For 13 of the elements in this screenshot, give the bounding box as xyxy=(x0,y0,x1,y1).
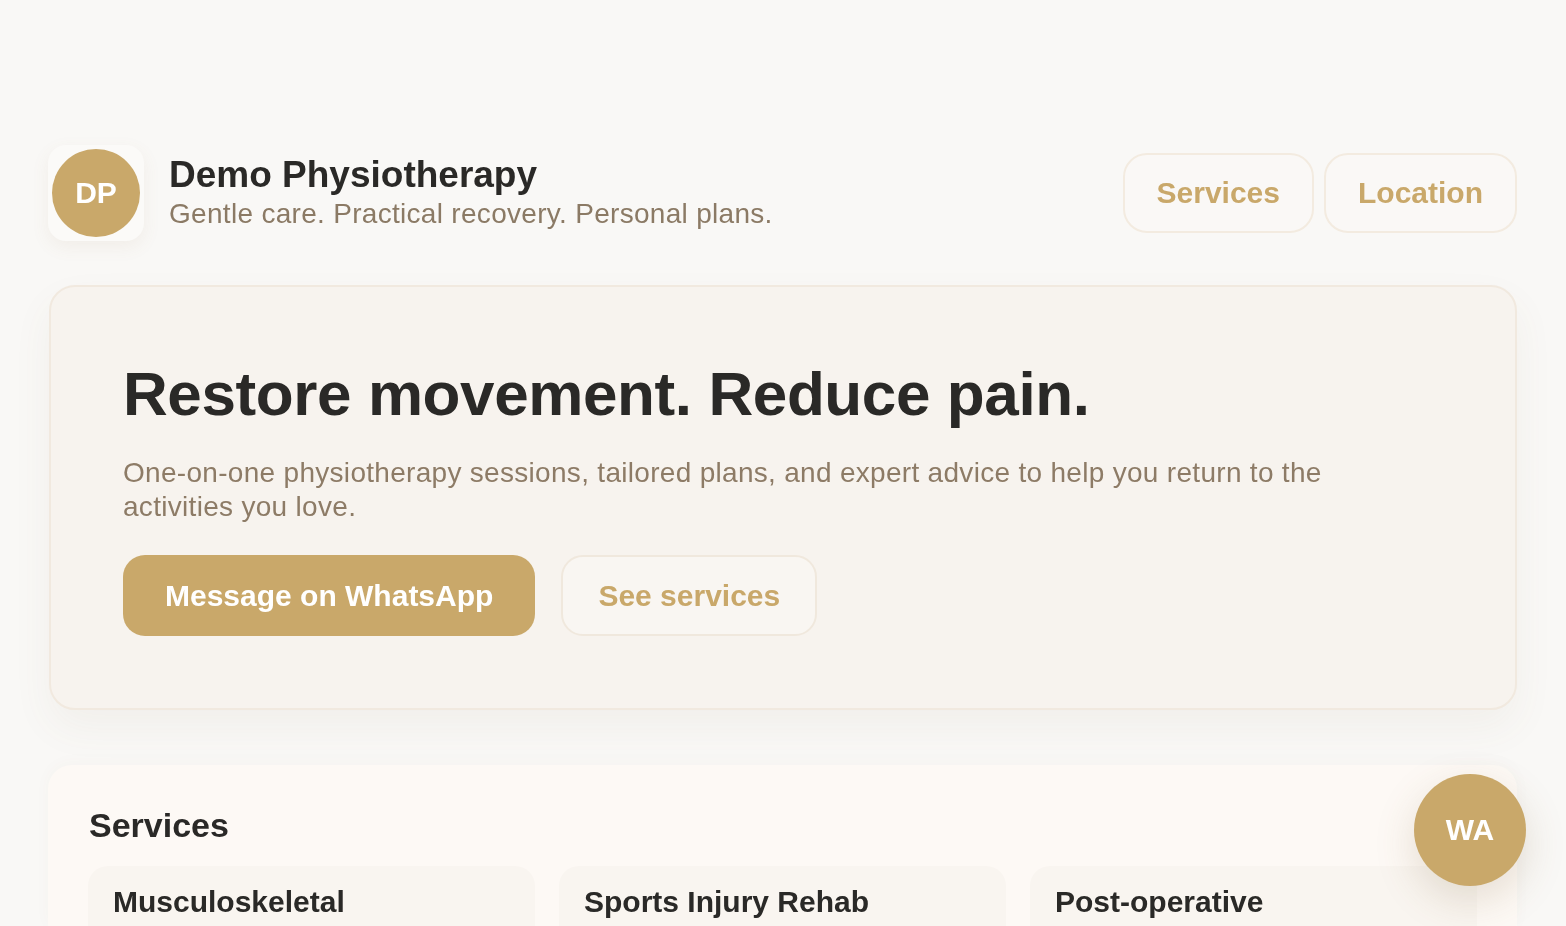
primary-button[interactable]: Message on WhatsApp xyxy=(123,555,536,636)
site-tagline: Gentle care. Practical recovery. Personal plans. xyxy=(169,197,773,231)
hero-text: One-on-one physiotherapy sessions, tailored plans, and expert advice to help you return to the activities you love. xyxy=(123,456,1323,524)
card-title: Post-operative xyxy=(1055,885,1264,919)
logo-initials: DP xyxy=(52,149,140,237)
hero-heading: Restore movement. Reduce pain. xyxy=(123,358,1090,430)
nav-link[interactable]: Location xyxy=(1324,153,1517,233)
section-heading: Services xyxy=(89,805,229,846)
nav-link[interactable]: Services xyxy=(1122,153,1314,233)
card-title: Sports Injury Rehab xyxy=(584,885,870,919)
secondary-button[interactable]: See services xyxy=(561,555,818,636)
card-title: Musculoskeletal xyxy=(113,885,345,919)
site-title: Demo Physiotherapy xyxy=(169,155,538,195)
